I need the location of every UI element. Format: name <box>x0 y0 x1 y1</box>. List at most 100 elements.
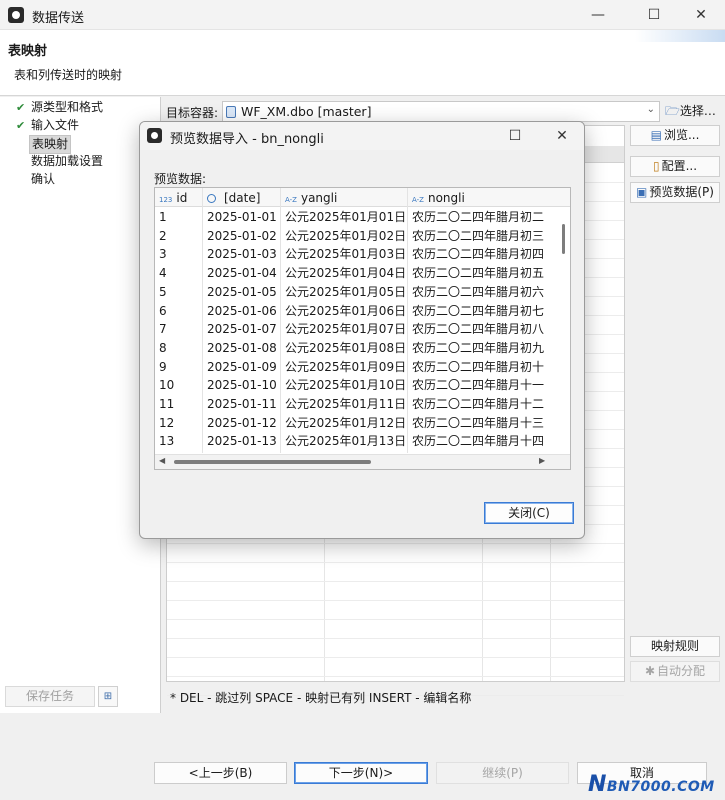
table-cell: 农历二〇二四年腊月初二 <box>412 210 545 224</box>
choose-icon: 🗁 <box>665 104 680 118</box>
vertical-scrollbar[interactable] <box>560 207 569 453</box>
maximize-button[interactable]: ☐ <box>639 4 669 26</box>
grid-row[interactable] <box>167 563 624 582</box>
close-window-button[interactable]: ✕ <box>686 4 716 26</box>
preview-data-label: 预览数据: <box>154 172 207 186</box>
column-header-nongli[interactable]: A-Z nongli <box>412 189 465 207</box>
column-header-yangli[interactable]: A-Z yangli <box>285 189 337 207</box>
target-container-value: WF_XM.dbo [master] <box>241 104 372 119</box>
preview-table[interactable]: 123 id [date] A-Z yangli A-Z nongli 1 2025-0… <box>154 187 571 470</box>
grid-row[interactable] <box>167 601 624 620</box>
title-bar: 数据传送 — ☐ ✕ <box>0 0 725 30</box>
table-cell: 2 <box>159 228 167 243</box>
config-icon: ▯ <box>652 159 660 173</box>
table-cell: 公元2025年01月01日 <box>285 210 405 224</box>
target-container-select[interactable]: WF_XM.dbo [master] ⌄ <box>222 101 660 122</box>
minimize-button[interactable]: — <box>583 4 613 26</box>
table-cell: 1 <box>159 210 167 224</box>
dialog-maximize-button[interactable]: ☐ <box>502 125 528 147</box>
grid-row[interactable] <box>167 620 624 639</box>
table-cell: 农历二〇二四年腊月初四 <box>412 247 545 262</box>
config-button[interactable]: ▯ 配置... <box>630 156 720 177</box>
check-icon: ✔ <box>16 119 26 132</box>
table-cell: 农历二〇二四年腊月十三 <box>412 415 545 430</box>
step-table-mapping[interactable]: 表映射 <box>16 135 72 154</box>
table-cell: 3 <box>159 247 167 262</box>
table-cell: 农历二〇二四年腊月十四 <box>412 434 545 449</box>
auto-assign-button[interactable]: ✱ 自动分配 <box>630 661 720 682</box>
window-title: 数据传送 <box>32 11 85 26</box>
page-title: 表映射 <box>8 44 48 59</box>
dialog-close-icon[interactable]: ✕ <box>549 125 575 147</box>
scroll-right-icon[interactable]: ▶ <box>539 456 545 465</box>
keyboard-hint: * DEL - 跳过列 SPACE - 映射已有列 INSERT - 编辑名称 <box>170 691 472 705</box>
grid-row[interactable] <box>167 658 624 677</box>
mapping-rules-button[interactable]: 映射规则 <box>630 636 720 657</box>
dialog-title: 预览数据导入 - bn_nongli <box>170 132 324 147</box>
vertical-scroll-thumb[interactable] <box>562 224 565 254</box>
table-cell: 13 <box>159 434 175 449</box>
scroll-left-icon[interactable]: ◀ <box>159 456 165 465</box>
table-cell: 农历二〇二四年腊月初三 <box>412 228 545 243</box>
choose-button[interactable]: 🗁选择… <box>665 101 723 122</box>
prev-button[interactable]: <上一步(B) <box>154 762 287 784</box>
horizontal-scrollbar[interactable]: ◀ ▶ <box>155 454 570 469</box>
step-input-file[interactable]: ✔ 输入文件 <box>16 117 81 134</box>
column-header-date[interactable]: [date] <box>207 189 260 207</box>
chevron-down-icon: ⌄ <box>646 104 655 115</box>
steps-panel: ✔ 源类型和格式 ✔ 输入文件 表映射 数据加载设置 确认 保存任务 ⊞ <box>0 97 161 713</box>
task-options-icon[interactable]: ⊞ <box>98 686 118 707</box>
table-cell: 公元2025年01月04日 <box>285 266 405 281</box>
step-source-type[interactable]: ✔ 源类型和格式 <box>16 99 105 116</box>
preview-icon: ▣ <box>636 185 648 199</box>
table-cell: 公元2025年01月08日 <box>285 340 405 355</box>
preview-table-header: 123 id [date] A-Z yangli A-Z nongli <box>155 188 570 207</box>
grid-row[interactable] <box>167 582 624 601</box>
app-icon <box>8 7 24 23</box>
column-header-id[interactable]: 123 id <box>159 189 187 207</box>
table-cell: 公元2025年01月11日 <box>285 397 405 411</box>
table-cell: 12 <box>159 415 175 430</box>
table-cell: 公元2025年01月10日 <box>285 378 405 393</box>
close-button[interactable]: 关闭(C) <box>484 502 574 524</box>
step-confirm[interactable]: 确认 <box>16 171 57 188</box>
table-cell: 8 <box>159 340 167 355</box>
number-type-icon: 123 <box>159 196 173 204</box>
grid-row[interactable] <box>167 639 624 658</box>
asterisk-icon: ✱ <box>644 664 656 678</box>
table-cell: 7 <box>159 322 167 337</box>
continue-button[interactable]: 继续(P) <box>436 762 569 784</box>
table-cell: 农历二〇二四年腊月初七 <box>412 303 545 318</box>
app-icon <box>147 128 162 143</box>
table-cell: 农历二〇二四年腊月十二 <box>412 397 545 411</box>
browse-button[interactable]: ▤ 浏览... <box>630 125 720 146</box>
table-cell: 公元2025年01月02日 <box>285 228 405 243</box>
table-cell: 11 <box>159 397 175 411</box>
table-cell: 9 <box>159 359 167 374</box>
table-cell: 农历二〇二四年腊月十一 <box>412 378 545 393</box>
table-cell: 农历二〇二四年腊月初五 <box>412 266 545 281</box>
save-task-button[interactable]: 保存任务 <box>5 686 95 707</box>
dialog-title-bar: 预览数据导入 - bn_nongli ☐ ✕ <box>140 122 584 150</box>
table-cell: 农历二〇二四年腊月初十 <box>412 359 545 374</box>
page-subtitle: 表和列传送时的映射 <box>14 68 123 82</box>
horizontal-scroll-thumb[interactable] <box>174 460 371 464</box>
table-cell: 农历二〇二四年腊月初六 <box>412 284 545 299</box>
next-button[interactable]: 下一步(N)> <box>294 762 428 784</box>
table-cell: 农历二〇二四年腊月初九 <box>412 340 545 355</box>
wizard-header: 表映射 表和列传送时的映射 <box>0 30 725 96</box>
table-cell: 农历二〇二四年腊月初八 <box>412 322 545 337</box>
table-cell: 公元2025年01月03日 <box>285 247 405 262</box>
target-container-label: 目标容器: <box>166 106 219 120</box>
step-load-settings[interactable]: 数据加载设置 <box>16 153 105 170</box>
table-cell: 公元2025年01月13日 <box>285 434 405 449</box>
table-cell: 10 <box>159 378 175 393</box>
preview-dialog: 预览数据导入 - bn_nongli ☐ ✕ 预览数据: 123 id [date… <box>139 121 585 539</box>
table-cell: 5 <box>159 284 167 299</box>
table-cell: 公元2025年01月05日 <box>285 284 405 299</box>
text-type-icon: A-Z <box>285 196 297 204</box>
browse-icon: ▤ <box>650 128 662 142</box>
preview-data-button[interactable]: ▣ 预览数据(P) <box>630 182 720 203</box>
clock-icon <box>207 194 216 203</box>
grid-row[interactable] <box>167 544 624 563</box>
